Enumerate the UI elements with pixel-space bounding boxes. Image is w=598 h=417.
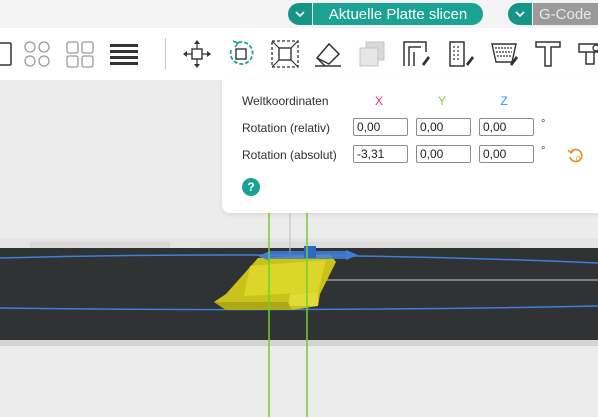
rotation-relative-label: Rotation (relativ)	[242, 121, 331, 135]
rotation-absolute-label: Rotation (absolut)	[242, 148, 337, 162]
axis-label-x: X	[374, 94, 383, 108]
layers-icon	[110, 44, 138, 65]
toolbar-tool-paint-support[interactable]	[443, 36, 477, 72]
chevron-down-icon	[515, 11, 525, 17]
rotation-panel: Weltkoordinaten X Y Z Rotation (relativ)…	[222, 80, 598, 213]
gcode-button-group: G-Code	[508, 3, 598, 25]
reset-rotation-button[interactable]: 0	[567, 146, 585, 164]
move-icon	[183, 40, 211, 68]
toolbar-tool-arrange-grid[interactable]	[63, 36, 97, 72]
toolbar-separator	[165, 38, 166, 70]
slice-options-dropdown[interactable]	[288, 3, 313, 25]
slice-button-group: Aktuelle Platte slicen	[288, 3, 483, 25]
rotate-icon	[229, 40, 254, 65]
support-icon	[359, 41, 385, 67]
toolbar-tool-fuzzy-skin[interactable]	[487, 36, 521, 72]
axis-label-z: Z	[500, 94, 508, 108]
rotation-relative-y-input[interactable]: 0,00	[416, 118, 471, 136]
toolbar-tool-support[interactable]	[355, 36, 389, 72]
rotation-relative-unit: °	[541, 118, 546, 130]
rotation-absolute-unit: °	[541, 145, 546, 157]
toolbar-tool-seam[interactable]	[399, 36, 433, 72]
coordinate-system-label: Weltkoordinaten	[242, 94, 329, 108]
toolbar-tool-text[interactable]	[531, 36, 565, 72]
chevron-down-icon	[295, 11, 305, 17]
cut-icon	[315, 42, 341, 67]
paint-support-icon	[449, 41, 474, 67]
rotation-absolute-z-input[interactable]: 0,00	[479, 145, 534, 163]
toolbar-tool-measure[interactable]	[575, 36, 598, 72]
help-button[interactable]: ?	[242, 178, 260, 196]
rotation-absolute-x-input[interactable]: -3,31	[353, 145, 408, 163]
add-object-icon	[0, 42, 12, 66]
text-icon	[535, 41, 561, 67]
toolbar-tool-layers[interactable]	[107, 36, 141, 72]
toolbar-tool-arrange[interactable]	[20, 36, 54, 72]
toolbar	[0, 28, 598, 80]
seam-icon	[403, 41, 430, 66]
toolbar-tool-partial[interactable]	[0, 36, 20, 72]
rotation-relative-x-input[interactable]: 0,00	[353, 118, 408, 136]
arrange-icon	[24, 41, 50, 67]
scale-icon	[271, 40, 299, 68]
reset-rotation-icon: 0	[567, 148, 583, 164]
measure-icon	[578, 43, 598, 65]
slice-plate-button[interactable]: Aktuelle Platte slicen	[313, 3, 483, 25]
rotation-absolute-y-input[interactable]: 0,00	[416, 145, 471, 163]
toolbar-tool-cut[interactable]	[311, 36, 345, 72]
toolbar-tool-scale[interactable]	[268, 36, 302, 72]
fuzzy-skin-icon	[491, 43, 518, 66]
rotation-relative-z-input[interactable]: 0,00	[479, 118, 534, 136]
axis-label-y: Y	[437, 94, 446, 108]
top-bar: Aktuelle Platte slicen G-Code	[0, 0, 598, 28]
toolbar-tool-rotate[interactable]	[224, 36, 258, 72]
toolbar-tool-move[interactable]	[180, 36, 214, 72]
svg-text:0: 0	[576, 155, 581, 164]
gcode-options-dropdown[interactable]	[508, 3, 533, 25]
export-gcode-button[interactable]: G-Code	[533, 3, 598, 25]
arrange-grid-icon	[66, 41, 94, 68]
